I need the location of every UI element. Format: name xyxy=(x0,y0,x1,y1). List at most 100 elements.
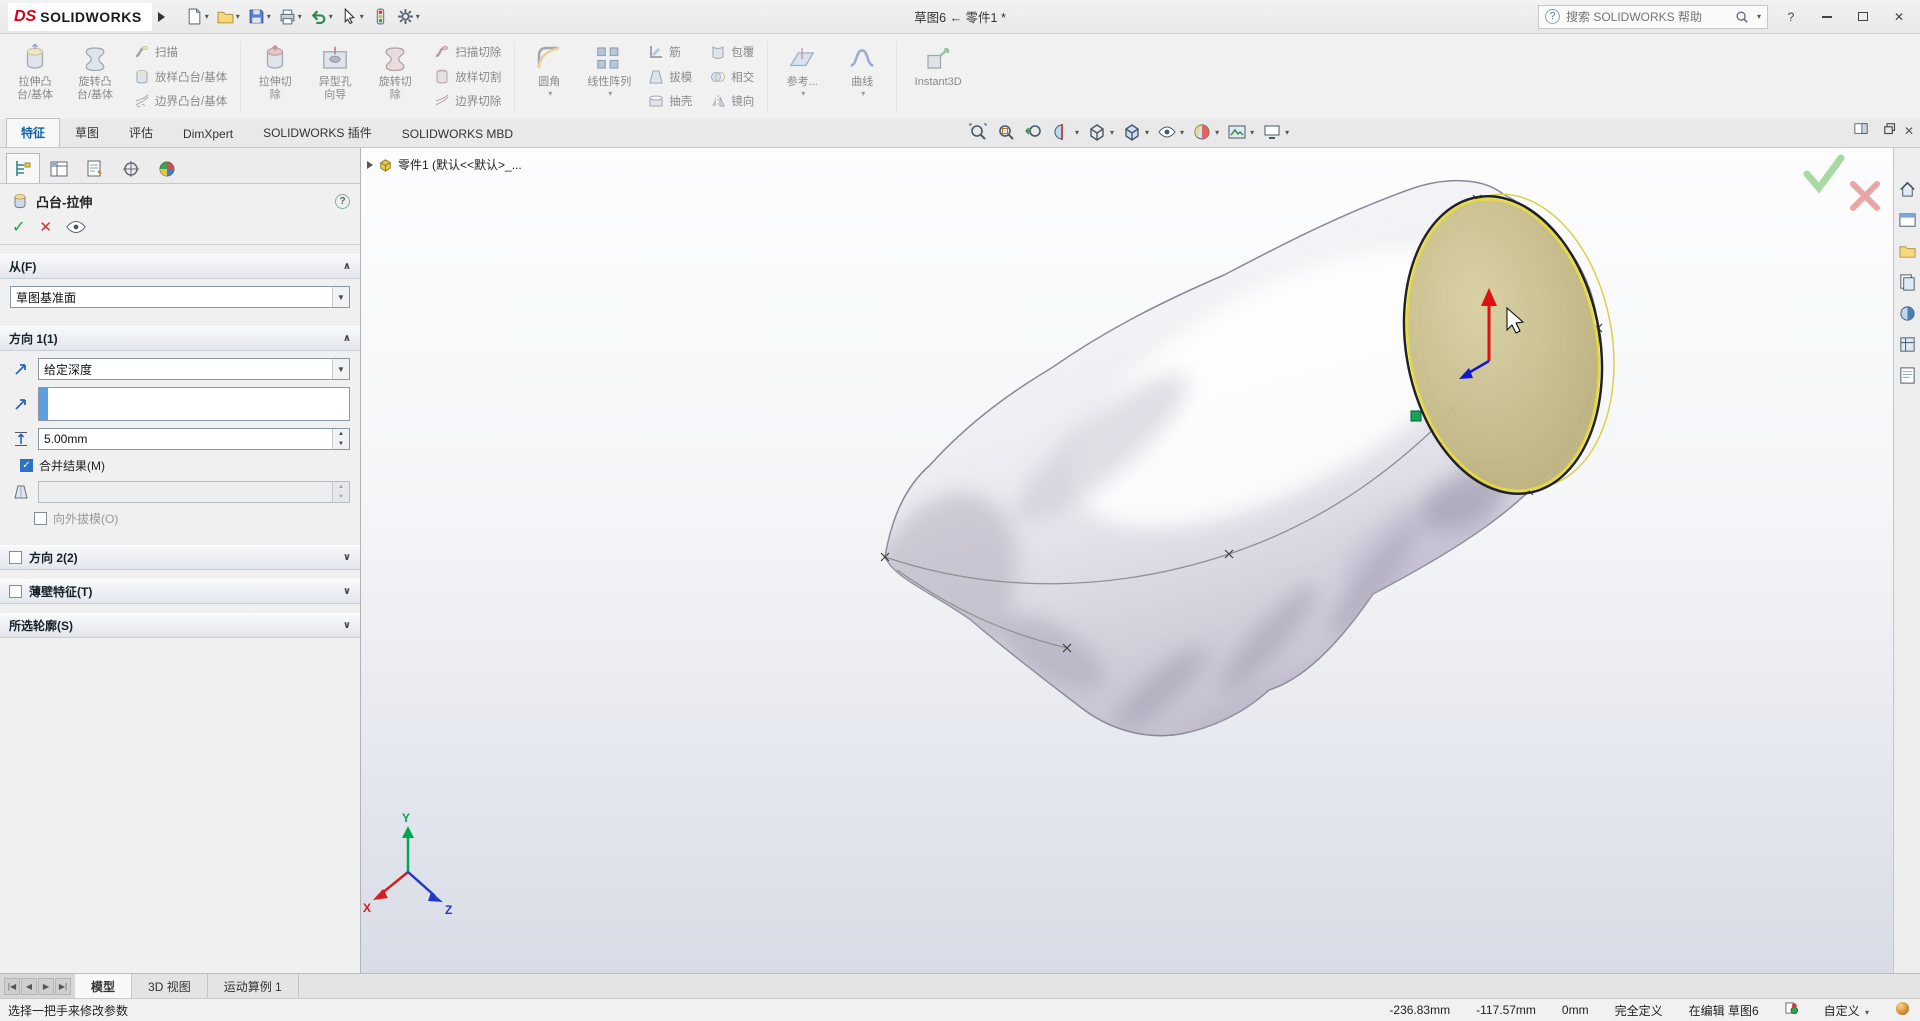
apply-scene-button[interactable]: ▾ xyxy=(1226,121,1255,143)
wrap-button[interactable]: 包覆 xyxy=(706,40,758,64)
view-settings-button[interactable]: ▾ xyxy=(1261,121,1290,143)
search-dropdown-icon[interactable]: ▾ xyxy=(1757,12,1761,21)
draft-angle-icon[interactable] xyxy=(10,481,32,503)
depth-input[interactable] xyxy=(39,429,332,449)
last-tab-button[interactable]: ▶| xyxy=(55,977,71,995)
tab-mbd[interactable]: SOLIDWORKS MBD xyxy=(387,121,528,147)
save-button[interactable]: ▾ xyxy=(245,4,274,30)
first-tab-button[interactable]: |◀ xyxy=(4,977,20,995)
loft-boss-button[interactable]: 放样凸台/基体 xyxy=(130,65,231,89)
taskpane-custom-properties-button[interactable] xyxy=(1898,366,1917,388)
start-condition-dropdown[interactable]: 草图基准面 ▼ xyxy=(10,286,350,308)
flyout-expand-icon[interactable] xyxy=(367,160,373,169)
select-button[interactable]: ▾ xyxy=(338,4,367,30)
instant3d-button[interactable]: Instant3D xyxy=(902,37,974,116)
tab-evaluate[interactable]: 评估 xyxy=(114,118,168,147)
previous-view-button[interactable] xyxy=(1023,121,1045,143)
next-tab-button[interactable]: ▶ xyxy=(38,977,54,995)
section-direction2-header[interactable]: 方向 2(2) ∨ xyxy=(0,545,360,570)
open-button[interactable]: ▾ xyxy=(214,4,243,30)
zoom-area-button[interactable] xyxy=(995,121,1017,143)
section-view-button[interactable]: ▾ xyxy=(1051,121,1080,143)
cancel-button[interactable]: ✕ xyxy=(39,218,52,236)
draft-angle-input[interactable] xyxy=(39,482,332,502)
fillet-button[interactable]: 圆角 ▾ xyxy=(520,37,578,116)
units-selector[interactable]: 自定义 ▾ xyxy=(1824,1002,1869,1019)
sweep-button[interactable]: 扫描 xyxy=(130,40,231,64)
draft-down-button[interactable]: ▼ xyxy=(333,492,349,502)
end-condition-dropdown[interactable]: 给定深度 ▼ xyxy=(38,358,350,380)
fillet-dropdown-icon[interactable]: ▾ xyxy=(548,89,552,98)
flyout-feature-tree[interactable]: 零件1 (默认<<默认>_... xyxy=(367,156,522,173)
new-document-button[interactable]: ▾ xyxy=(183,4,212,30)
taskpane-design-library-button[interactable] xyxy=(1898,242,1917,264)
close-button[interactable]: ✕ xyxy=(1886,6,1912,28)
ok-button[interactable]: ✓ xyxy=(12,217,25,237)
help-button[interactable]: ? xyxy=(1778,6,1804,28)
depth-up-button[interactable]: ▲ xyxy=(333,429,349,439)
model-3d-view[interactable]: Y X Z xyxy=(361,148,1893,973)
pane-toggle-icon[interactable] xyxy=(1854,122,1868,139)
tab-dimxpert-manager[interactable] xyxy=(114,153,148,183)
prev-tab-button[interactable]: ◀ xyxy=(21,977,37,995)
tab-motion-study[interactable]: 运动算例 1 xyxy=(208,974,299,998)
draft-button[interactable]: 拔模 xyxy=(644,65,696,89)
revolve-cut-button[interactable]: 旋转切除 xyxy=(366,37,424,116)
tab-addins[interactable]: SOLIDWORKS 插件 xyxy=(248,118,387,147)
draft-outward-checkbox[interactable] xyxy=(34,512,47,525)
maximize-button[interactable] xyxy=(1850,6,1876,28)
search-input[interactable] xyxy=(1566,9,1729,24)
reverse-direction-icon[interactable] xyxy=(10,358,32,380)
menu-expand-icon[interactable] xyxy=(157,11,165,22)
tab-configuration-manager[interactable] xyxy=(78,153,112,183)
search-icon[interactable] xyxy=(1735,10,1749,24)
section-from-header[interactable]: 从(F) ∧ xyxy=(0,254,360,279)
tab-features[interactable]: 特征 xyxy=(6,118,61,147)
tab-property-manager[interactable] xyxy=(42,153,76,183)
taskpane-appearances-button[interactable] xyxy=(1898,335,1917,357)
doc-close-button[interactable]: ✕ xyxy=(1904,124,1914,138)
edit-appearance-button[interactable]: ▾ xyxy=(1191,121,1220,143)
draft-up-button[interactable]: ▲ xyxy=(333,482,349,492)
reference-dropdown-icon[interactable]: ▾ xyxy=(801,89,805,98)
sweep-cut-button[interactable]: 扫描切除 xyxy=(430,40,505,64)
extrude-boss-button[interactable]: 拉伸凸 台/基体 xyxy=(6,37,64,116)
resources-ball-icon[interactable] xyxy=(1895,1001,1910,1019)
boundary-boss-button[interactable]: 边界凸台/基体 xyxy=(130,89,231,113)
extrude-cut-button[interactable]: 拉伸切除 xyxy=(246,37,304,116)
section-direction1-header[interactable]: 方向 1(1) ∧ xyxy=(0,326,360,351)
taskpane-file-explorer-button[interactable] xyxy=(1898,273,1917,295)
section-thin-feature-header[interactable]: 薄壁特征(T) ∨ xyxy=(0,579,360,604)
hide-show-items-button[interactable]: ▾ xyxy=(1156,121,1185,143)
direction-selection-box[interactable] xyxy=(38,387,350,421)
preview-eye-icon[interactable] xyxy=(66,220,86,234)
tab-feature-tree[interactable] xyxy=(6,153,40,183)
rebuild-button[interactable] xyxy=(369,4,392,30)
section-selected-contours-header[interactable]: 所选轮廓(S) ∨ xyxy=(0,613,360,638)
print-button[interactable]: ▾ xyxy=(276,4,305,30)
taskpane-home-button[interactable] xyxy=(1898,180,1917,202)
taskpane-view-palette-button[interactable] xyxy=(1898,304,1917,326)
app-logo[interactable]: DS SOLIDWORKS xyxy=(8,2,152,31)
mirror-button[interactable]: 镜向 xyxy=(706,89,758,113)
merge-result-checkbox[interactable]: ✓ xyxy=(20,459,33,472)
loft-cut-button[interactable]: 放样切割 xyxy=(430,65,505,89)
revolve-boss-button[interactable]: 旋转凸 台/基体 xyxy=(66,37,124,116)
view-orientation-button[interactable]: ▾ xyxy=(1086,121,1115,143)
boundary-cut-button[interactable]: 边界切除 xyxy=(430,89,505,113)
zoom-fit-button[interactable] xyxy=(967,121,989,143)
panel-help-icon[interactable]: ? xyxy=(335,193,350,209)
graphics-area[interactable]: 零件1 (默认<<默认>_... Y X Z xyxy=(361,148,1893,973)
display-style-button[interactable]: ▾ xyxy=(1121,121,1150,143)
linear-pattern-button[interactable]: 线性阵列 ▾ xyxy=(580,37,638,116)
reference-geometry-button[interactable]: 参考... ▾ xyxy=(773,37,831,116)
help-search-box[interactable]: ? ▾ xyxy=(1538,4,1768,29)
intersect-button[interactable]: 相交 xyxy=(706,65,758,89)
undo-button[interactable]: ▾ xyxy=(307,4,336,30)
tab-display-manager[interactable] xyxy=(150,153,184,183)
tab-3d-views[interactable]: 3D 视图 xyxy=(132,974,208,998)
tab-sketch[interactable]: 草图 xyxy=(60,118,114,147)
tab-dimxpert[interactable]: DimXpert xyxy=(168,121,248,147)
minimize-button[interactable] xyxy=(1814,6,1840,28)
direction2-checkbox[interactable] xyxy=(9,551,22,564)
